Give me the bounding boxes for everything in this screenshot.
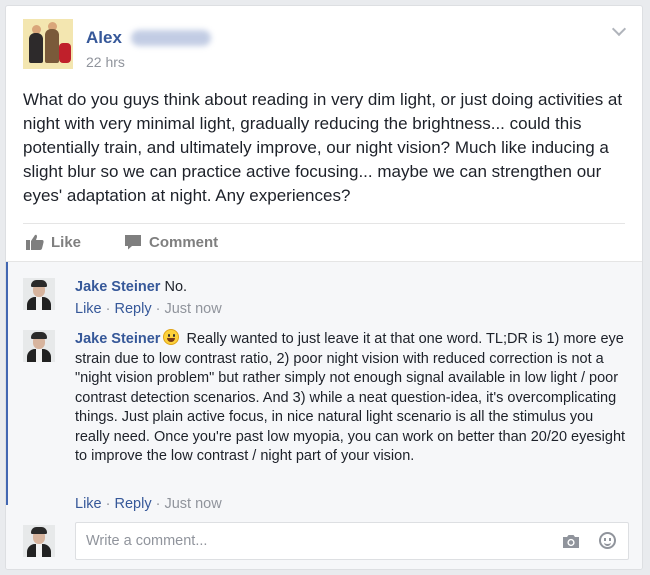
chevron-down-icon[interactable] [611, 21, 627, 37]
post-card: Alex 22 hrs What do you guys think about… [5, 5, 643, 570]
comment-meta-2: Like · Reply · Just now [75, 496, 222, 512]
post-body-text: What do you guys think about reading in … [23, 90, 623, 205]
comment-body: Really wanted to just leave it at that o… [75, 331, 626, 464]
commenter-name[interactable]: Jake Steiner [75, 331, 160, 347]
comment-composer[interactable]: Write a comment... [75, 522, 629, 560]
comment-like-link[interactable]: Like [75, 496, 102, 512]
speech-bubble-icon [125, 235, 141, 250]
post-author-name[interactable]: Alex [86, 28, 122, 48]
comment-body: No. [164, 279, 188, 295]
commenter-avatar[interactable] [23, 330, 55, 362]
smiley-icon [163, 329, 180, 345]
comment-label: Comment [149, 233, 219, 251]
comment-input[interactable]: Write a comment... [86, 533, 207, 549]
author-avatar[interactable] [23, 19, 73, 69]
post-timestamp[interactable]: 22 hrs [86, 54, 125, 70]
comment-reply-link[interactable]: Reply [115, 496, 152, 512]
new-comments-indicator [6, 262, 8, 505]
redacted-surname [131, 30, 211, 46]
comment-meta-1: Like · Reply · Just now [75, 301, 222, 317]
comment-time[interactable]: Just now [164, 301, 221, 317]
thumbs-up-icon [26, 234, 44, 250]
comment-button[interactable]: Comment [124, 232, 218, 252]
like-label: Like [51, 233, 82, 251]
comment-like-link[interactable]: Like [75, 301, 102, 317]
emoji-icon[interactable] [599, 532, 616, 549]
like-button[interactable]: Like [26, 232, 81, 252]
commenter-avatar[interactable] [23, 278, 55, 310]
camera-icon[interactable] [562, 534, 580, 549]
comments-section: Jake Steiner No. Like · Reply · Just now… [6, 261, 642, 569]
commenter-name[interactable]: Jake Steiner [75, 279, 160, 295]
current-user-avatar [23, 525, 55, 557]
comment-reply-link[interactable]: Reply [115, 301, 152, 317]
comment-time[interactable]: Just now [164, 496, 221, 512]
comment-text-1: Jake Steiner No. [75, 278, 630, 298]
divider [23, 223, 625, 224]
comment-text-2: Jake Steiner Really wanted to just leave… [75, 329, 630, 467]
